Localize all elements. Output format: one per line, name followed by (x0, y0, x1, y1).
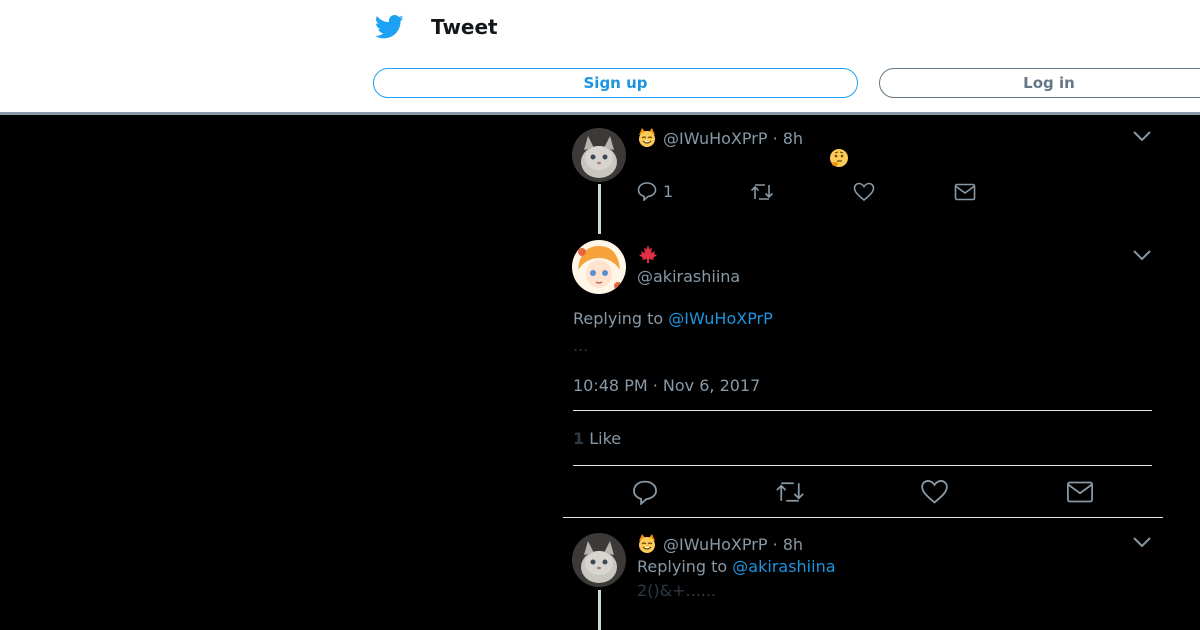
reply-icon (637, 182, 657, 201)
top-header: Tweet Sign up Log in (0, 0, 1200, 112)
tweet1-handle[interactable]: @IWuHoXPrP (663, 129, 767, 148)
like-stats[interactable]: 1 Like (573, 429, 621, 448)
replying-to-link[interactable]: @IWuHoXPrP (668, 309, 772, 328)
replying-prefix: Replying to (573, 309, 664, 328)
header-divider (0, 112, 1200, 115)
main-tweet-divider (563, 517, 1163, 518)
stats-divider-bottom (573, 465, 1152, 466)
avatar-cat[interactable] (572, 128, 626, 182)
like-label: Like (589, 429, 622, 448)
sign-up-button[interactable]: Sign up (373, 68, 858, 98)
tweet1-reply-count: 1 (663, 181, 674, 201)
tweet2-replying-to-link[interactable]: @akirashiina (732, 557, 835, 576)
avatar-cat-reply[interactable] (572, 533, 626, 587)
thread-line-reply (598, 590, 601, 630)
tweet2-text: 2()&+...... (637, 581, 717, 600)
main-like-icon[interactable] (920, 479, 949, 505)
main-retweet-icon[interactable] (775, 479, 805, 505)
message-icon[interactable] (954, 183, 976, 201)
tweet2-more-chevron-icon[interactable] (1132, 535, 1152, 549)
tweet2-header: @IWuHoXPrP · 8h (637, 533, 803, 554)
cat-avatar-icon (572, 533, 626, 587)
main-tweet-timestamp[interactable]: 10:48 PM · Nov 6, 2017 (573, 376, 760, 395)
stats-divider-top (573, 410, 1152, 411)
tweet2-replying-prefix: Replying to (637, 557, 728, 576)
main-tweet-handle[interactable]: @akirashiina (637, 267, 740, 286)
tweet1-more-chevron-icon[interactable] (1132, 129, 1152, 143)
cat-emoji-icon (639, 534, 655, 553)
twitter-logo-icon[interactable] (375, 14, 404, 40)
tweet2-handle[interactable]: @IWuHoXPrP (663, 535, 767, 554)
main-tweet-replying: Replying to @IWuHoXPrP (573, 309, 773, 328)
main-tweet-text: ... (573, 336, 589, 355)
page-title: Tweet (431, 15, 498, 39)
main-message-icon[interactable] (1066, 480, 1094, 504)
tweet1-header: @IWuHoXPrP · 8h (637, 127, 803, 148)
tweet1-time[interactable]: · 8h (773, 129, 804, 148)
thread-line (598, 184, 601, 234)
main-tweet-more-chevron-icon[interactable] (1132, 248, 1152, 262)
like-icon[interactable] (853, 182, 875, 202)
maple-leaf-icon (639, 245, 657, 263)
tweet2-replying: Replying to @akirashiina (637, 557, 836, 576)
thinking-emoji-icon (830, 149, 848, 167)
cat-emoji-icon (639, 128, 655, 147)
cat-avatar-icon (572, 128, 626, 182)
tweet1-reply-action[interactable]: 1 (637, 181, 673, 201)
main-reply-icon[interactable] (632, 479, 658, 505)
log-in-button[interactable]: Log in (879, 68, 1200, 98)
avatar-anime[interactable] (572, 240, 626, 294)
like-count: 1 (573, 429, 585, 448)
anime-avatar-icon (572, 240, 626, 294)
tweet2-time[interactable]: · 8h (773, 535, 804, 554)
retweet-icon[interactable] (750, 182, 774, 202)
